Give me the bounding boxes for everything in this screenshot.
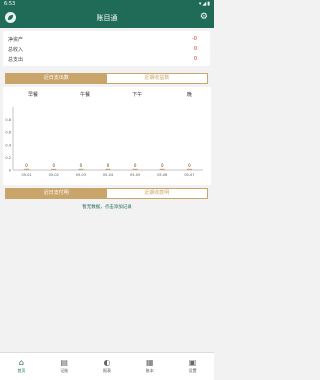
status-icons: ▾◢▮	[198, 1, 211, 7]
home-icon: ⌂	[18, 358, 24, 367]
x-tick-label: 05-03	[76, 173, 86, 177]
chart-bar	[159, 168, 165, 170]
column-header: 早餐	[28, 91, 38, 98]
y-tick-label: 0.6	[5, 131, 11, 135]
chart-bar	[24, 168, 30, 170]
column-header: 下午	[132, 91, 142, 98]
nav-item-record[interactable]: ▤ 记账	[43, 353, 86, 380]
chart-bar	[78, 168, 84, 170]
chart-bar	[105, 168, 111, 170]
book-icon: ▦	[146, 358, 154, 367]
x-tick-label: 05-04	[103, 173, 114, 177]
status-bar: 6:53 ▾◢▮	[0, 0, 214, 9]
nav-label: 记账	[60, 368, 69, 373]
page-title: 账目通	[96, 14, 118, 22]
column-header: 午餐	[80, 91, 90, 98]
chart-icon: ◐	[103, 358, 111, 367]
bar-data-label: 0	[188, 163, 191, 168]
summary-label: 总支出	[8, 57, 24, 63]
bar-data-label: 0	[52, 163, 55, 168]
settings-icon: ▣	[188, 358, 197, 367]
top-tab-bar: 近日支出数 近期收益数	[5, 73, 208, 84]
nav-item-book[interactable]: ▦ 账本	[128, 353, 171, 380]
summary-label: 净资产	[8, 37, 24, 43]
summary-label: 总收入	[8, 47, 24, 53]
summary-card: 净资产 -0 总收入 0 总支出 0	[3, 31, 210, 66]
tab-recent-payment[interactable]: 近日支付明	[6, 189, 107, 198]
y-tick-label: 0.2	[5, 156, 11, 160]
summary-row-income: 总收入 0	[3, 44, 210, 54]
y-tick-label: 0	[9, 169, 11, 173]
x-tick-label: 05-05	[130, 173, 140, 177]
tab-recent-expense[interactable]: 近日支出数	[6, 74, 107, 83]
summary-value: 0	[193, 56, 197, 62]
chart-bar	[132, 168, 138, 170]
nav-item-home[interactable]: ⌂ 首页	[0, 353, 43, 380]
note-icon: ▤	[60, 358, 68, 367]
x-tick-label: 05-06	[157, 173, 167, 177]
bar-data-label: 0	[25, 163, 28, 168]
tab-recent-receipt[interactable]: 近期收款明	[106, 189, 207, 198]
gear-icon[interactable]: ⚙	[200, 13, 208, 22]
x-tick-label: 05-02	[49, 173, 59, 177]
y-tick-label: 0.8	[5, 118, 11, 122]
y-tick-label: 0.4	[5, 143, 11, 147]
x-tick-label: 05-07	[184, 173, 194, 177]
nav-item-settings[interactable]: ▣ 设置	[171, 353, 214, 380]
summary-value: 0	[193, 46, 197, 52]
tab-recent-income[interactable]: 近期收益数	[106, 74, 207, 83]
empty-state-link[interactable]: 暂无数据，点击添加记录	[0, 204, 214, 210]
x-tick-label: 05-01	[21, 173, 31, 177]
summary-row-expense: 总支出 0	[3, 54, 210, 64]
bottom-tab-bar: 近日支付明 近期收款明	[5, 188, 208, 199]
summary-value: -0	[192, 36, 197, 42]
column-header: 晚	[187, 91, 192, 98]
bar-data-label: 0	[161, 163, 164, 168]
nav-label: 设置	[188, 368, 197, 373]
summary-row-net-assets: 净资产 -0	[3, 34, 210, 44]
bottom-nav: ⌂ 首页 ▤ 记账 ◐ 报表 ▦ 账本 ▣ 设置	[0, 352, 214, 380]
nav-label: 首页	[17, 368, 26, 373]
bar-chart: 早餐 午餐 下午 晚 0.8 0.6 0.4 0.2 0 0 05-01 0 05-02 0 05-03 0 0…	[3, 87, 211, 185]
bar-data-label: 0	[134, 163, 137, 168]
bar-data-label: 0	[107, 163, 110, 168]
status-time: 6:53	[4, 1, 16, 7]
chart-bar	[186, 168, 192, 170]
chart-bar	[51, 168, 57, 170]
nav-item-report[interactable]: ◐ 报表	[86, 353, 129, 380]
bar-data-label: 0	[80, 163, 83, 168]
nav-label: 账本	[145, 368, 154, 373]
bar-chart-svg: 早餐 午餐 下午 晚 0.8 0.6 0.4 0.2 0 0 05-01 0 05-02 0 05-03 0 0…	[5, 91, 203, 177]
app-bar: 账目通 ⚙	[0, 9, 214, 28]
nav-label: 报表	[102, 368, 111, 373]
